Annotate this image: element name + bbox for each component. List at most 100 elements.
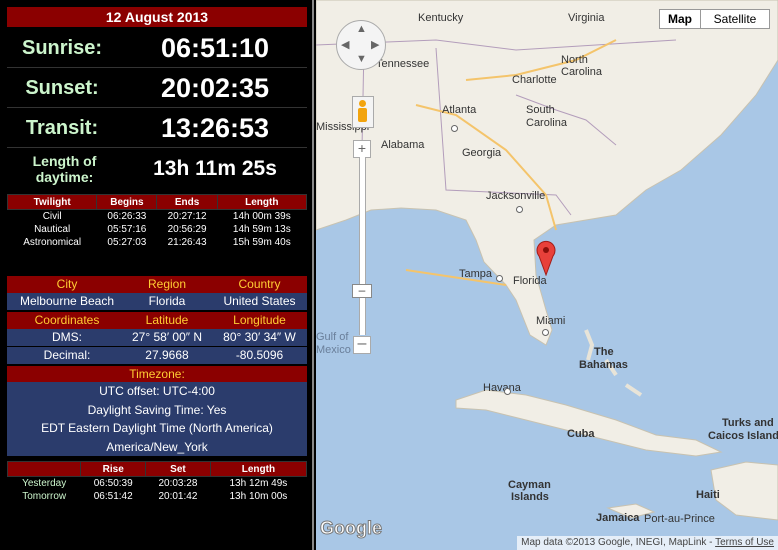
location-values-row: Melbourne Beach Florida United States — [7, 293, 307, 310]
zoom-slider-track[interactable] — [359, 157, 366, 335]
map-label-turks-line2: Caicos Islands — [708, 430, 778, 442]
twilight-ends: 21:26:43 — [167, 237, 207, 248]
city-marker — [516, 206, 523, 213]
sunset-row: Sunset: 20:02:35 — [7, 69, 307, 108]
rise-header: Rise — [80, 461, 147, 477]
map-label-cayman-line1: Cayman — [508, 479, 551, 491]
map-view[interactable]: Kentucky Virginia Tennessee Charlotte No… — [316, 0, 778, 550]
twilight-type: Civil — [42, 211, 62, 222]
pan-right-icon[interactable]: ▶ — [371, 38, 379, 51]
transit-row: Transit: 13:26:53 — [7, 109, 307, 148]
decimal-label: Decimal: — [43, 348, 91, 362]
map-label-haiti: Haiti — [696, 489, 720, 501]
table-row: Yesterday 06:50:39 20:03:28 13h 12m 49s — [8, 477, 307, 491]
region-header: Region — [147, 277, 187, 291]
country-value: United States — [223, 294, 296, 308]
coordinates-header: Coordinates — [34, 313, 100, 327]
map-label-cuba: Cuba — [567, 428, 595, 440]
pan-control[interactable]: ▲ ▼ ◀ ▶ — [336, 20, 386, 70]
city-value: Melbourne Beach — [19, 294, 115, 308]
decimal-latitude: 27.9668 — [145, 348, 189, 362]
daylength-label-line1: Length of — [32, 153, 97, 169]
rise-time: 06:50:39 — [93, 478, 133, 489]
map-label-gulf-line2: Mexico — [316, 344, 351, 356]
daylength-row: Length of daytime: 13h 11m 25s — [7, 150, 307, 188]
zoom-slider-handle[interactable]: – — [352, 284, 372, 298]
region-value: Florida — [148, 294, 186, 308]
twilight-length: 15h 59m 40s — [232, 237, 291, 248]
dms-latitude: 27° 58′ 00″ N — [131, 330, 202, 344]
map-type-button[interactable]: Map — [659, 9, 701, 29]
day-header — [6, 461, 82, 477]
map-label-gulf-line1: Gulf of — [316, 331, 349, 343]
city-marker — [542, 329, 549, 336]
longitude-header: Longitude — [233, 313, 286, 327]
map-label-turks-line1: Turks and — [722, 417, 774, 429]
daylength-label-line2: daytime: — [35, 169, 94, 185]
latitude-header: Latitude — [145, 313, 189, 327]
map-label-port-au-prince: Port-au-Prince — [644, 513, 715, 525]
twilight-header: Twilight — [6, 194, 98, 210]
twilight-type: Astronomical — [23, 237, 82, 248]
street-view-pegman-icon[interactable] — [352, 96, 374, 128]
dst-status: Daylight Saving Time: Yes — [87, 402, 227, 417]
map-label-virginia: Virginia — [568, 12, 605, 24]
sunrise-value: 06:51:10 — [160, 33, 270, 63]
sunset-label: Sunset: — [25, 77, 99, 99]
table-row: Nautical 05:57:16 20:56:29 14h 59m 13s — [8, 223, 307, 236]
timezone-header: Timezone: — [7, 366, 307, 382]
twilight-table: Twilight Begins Ends Length Civil 06:26:… — [6, 194, 308, 249]
city-header: City — [56, 277, 78, 291]
length-header: Length — [209, 461, 308, 477]
decimal-row: Decimal: 27.9668 -80.5096 — [7, 347, 307, 364]
rise-set-table: Rise Set Length Yesterday 06:50:39 20:03… — [6, 461, 308, 503]
daylength-value: 13h 11m 25s — [153, 157, 277, 180]
ends-header: Ends — [156, 194, 218, 210]
timezone-name: EDT Eastern Daylight Time (North America… — [41, 421, 273, 435]
set-header: Set — [145, 461, 211, 477]
dms-longitude: 80° 30′ 34″ W — [223, 330, 296, 344]
terms-of-use-link[interactable]: Terms of Use — [715, 537, 774, 548]
country-header: Country — [238, 277, 281, 291]
dms-label: DMS: — [52, 330, 82, 344]
map-label-havana: Havana — [483, 382, 521, 394]
satellite-type-button[interactable]: Satellite — [700, 9, 770, 29]
coordinates-header-row: Coordinates Latitude Longitude — [7, 312, 307, 329]
map-label-south-carolina: South Carolina — [526, 104, 567, 129]
map-label-florida: Florida — [513, 275, 547, 287]
map-label-alabama: Alabama — [381, 139, 425, 151]
sunrise-label: Sunrise: — [21, 37, 103, 59]
attribution-text: Map data ©2013 Google, INEGI, MapLink - — [521, 537, 716, 548]
map-label-atlanta: Atlanta — [442, 104, 477, 116]
zoom-out-button[interactable]: – — [353, 336, 371, 354]
location-pin-icon[interactable] — [535, 240, 557, 276]
twilight-ends: 20:56:29 — [167, 224, 207, 235]
pan-down-icon[interactable]: ▼ — [356, 53, 367, 65]
map-label-charlotte: Charlotte — [512, 74, 557, 86]
daylength-label: Length of daytime: — [7, 153, 122, 185]
map-label-miami: Miami — [536, 315, 566, 327]
map-label-bahamas-line1: The — [594, 346, 614, 358]
set-time: 20:01:42 — [158, 491, 198, 502]
transit-label: Transit: — [25, 117, 99, 139]
transit-value: 13:26:53 — [160, 113, 270, 143]
day-length: 13h 12m 49s — [229, 478, 288, 489]
pan-left-icon[interactable]: ◀ — [341, 38, 349, 51]
map-attribution: Map data ©2013 Google, INEGI, MapLink - … — [517, 536, 778, 550]
zoom-in-button[interactable]: + — [353, 140, 371, 158]
sun-info-panel: 12 August 2013 Sunrise: 06:51:10 Sunset:… — [0, 0, 314, 550]
set-time: 20:03:28 — [158, 478, 198, 489]
map-label-tampa: Tampa — [459, 268, 493, 280]
city-marker — [496, 275, 503, 282]
pan-up-icon[interactable]: ▲ — [356, 23, 367, 35]
twilight-begins: 05:27:03 — [107, 237, 147, 248]
map-label-cayman-line2: Islands — [511, 491, 549, 503]
day-label: Yesterday — [22, 478, 67, 489]
date-header: 12 August 2013 — [7, 7, 307, 27]
timezone-id: America/New_York — [106, 439, 208, 454]
twilight-begins: 06:26:33 — [107, 211, 147, 222]
twilight-length: 14h 00m 39s — [232, 211, 291, 222]
begins-header: Begins — [96, 194, 158, 210]
day-label: Tomorrow — [22, 491, 67, 502]
city-marker — [504, 388, 511, 395]
